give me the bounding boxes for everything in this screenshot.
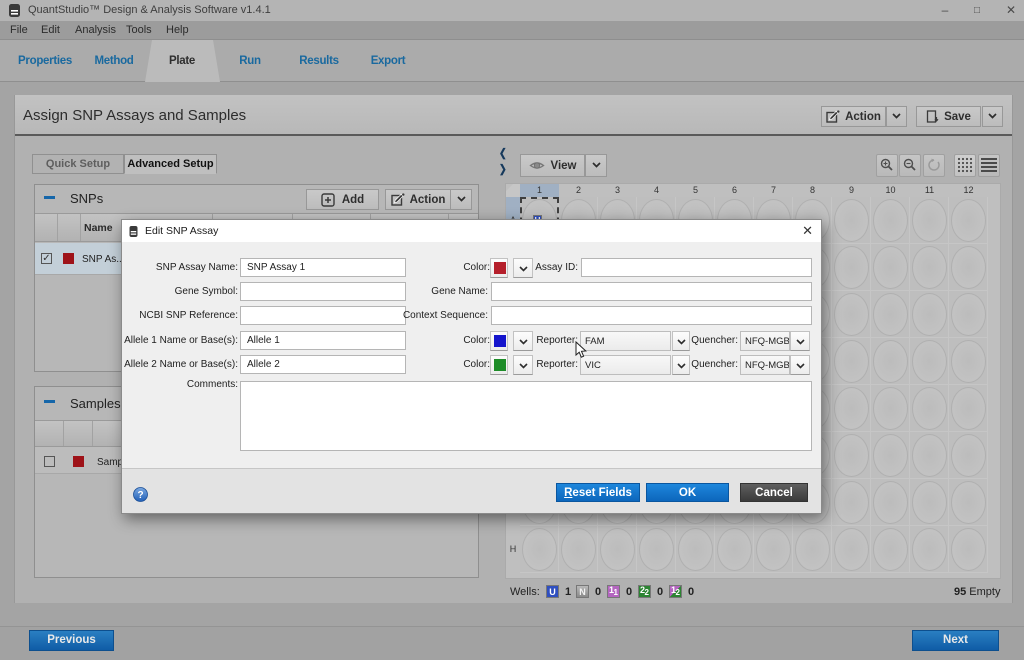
svg-text:?: ? [137,490,143,501]
